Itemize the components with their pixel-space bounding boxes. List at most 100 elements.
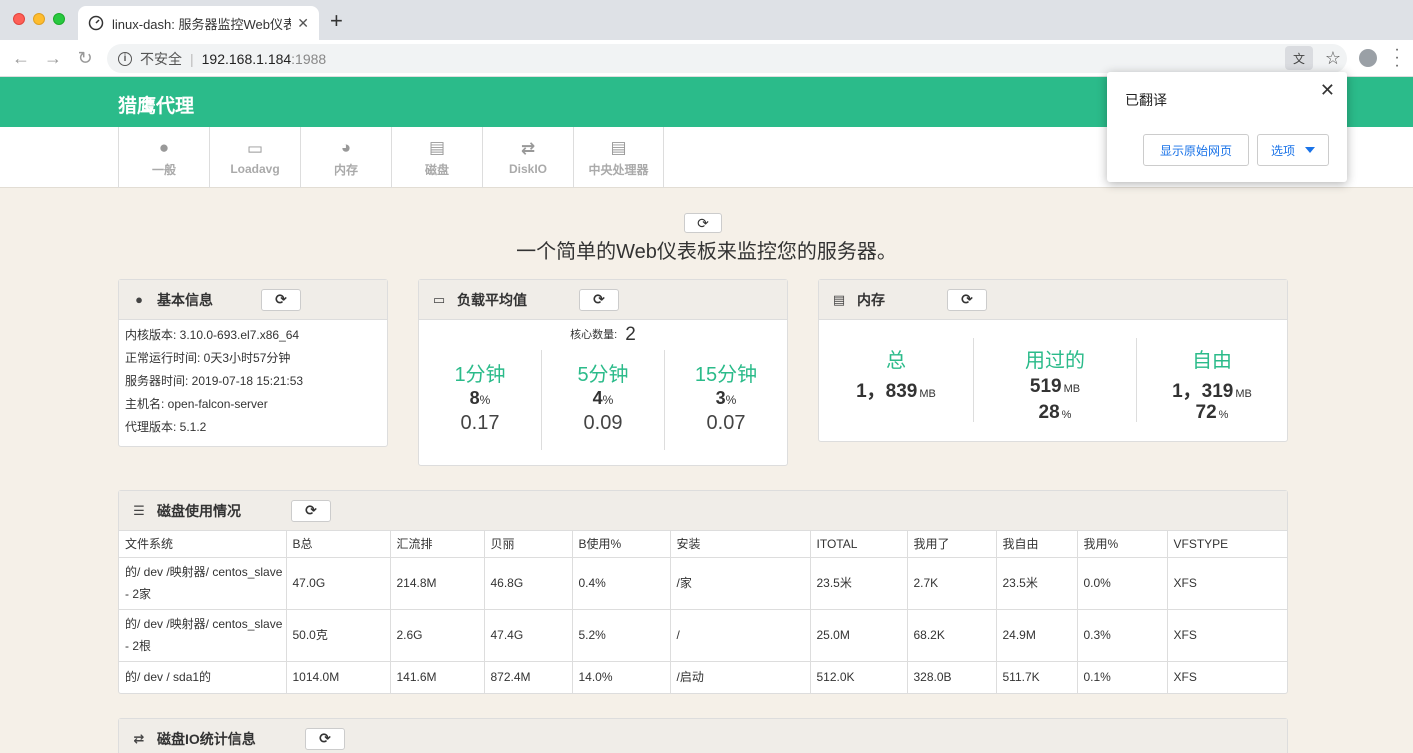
url-port: :1988 <box>291 50 327 67</box>
table-cell: 0.1% <box>1077 660 1168 693</box>
table-cell: 0.3% <box>1077 608 1168 661</box>
close-icon[interactable]: ✕ <box>1320 80 1335 101</box>
nav-item-cpu[interactable]: ▤ 中央处理器 <box>573 127 664 188</box>
column-header[interactable]: B使用% <box>572 531 671 558</box>
list-icon: ☰ <box>133 502 145 518</box>
refresh-all-button[interactable]: ⟳ <box>684 213 722 233</box>
memory-percent: 28% <box>1038 402 1072 423</box>
table-cell: 5.2% <box>572 608 671 661</box>
column-header[interactable]: 汇流排 <box>390 531 485 558</box>
table-cell: 47.4G <box>484 608 573 661</box>
nav-label: DiskIO <box>508 162 547 176</box>
exchange-icon: ⇄ <box>520 139 536 158</box>
column-header[interactable]: ITOTAL <box>810 531 908 558</box>
show-original-button[interactable]: 显示原始网页 <box>1143 134 1249 166</box>
refresh-icon: ⟳ <box>319 730 331 746</box>
panel-header: ⇄ 磁盘IO统计信息 ⟳ <box>119 719 1287 753</box>
list-icon: ▤ <box>428 137 446 157</box>
reload-icon[interactable]: ↻ <box>75 48 95 68</box>
nav-item-diskio[interactable]: ⇄ DiskIO <box>482 127 573 188</box>
table-cell: 25.0M <box>810 608 908 661</box>
tab-title: linux-dash: 服务器监控Web仪表 <box>112 16 292 32</box>
nav-label: 内存 <box>333 162 358 177</box>
refresh-icon: ⟳ <box>593 291 605 307</box>
column-header[interactable]: VFSTYPE <box>1167 531 1287 558</box>
table-row: 的/ dev /映射器/ centos_slave - 2家 47.0G 214… <box>119 556 1287 609</box>
memory-column: 总 1，839 MB <box>819 338 974 422</box>
table-cell: 511.7K <box>996 660 1078 693</box>
nav-item-general[interactable]: ● 一般 <box>118 127 209 188</box>
chevron-down-icon <box>1305 147 1315 153</box>
column-header[interactable]: 我自由 <box>996 531 1078 558</box>
exchange-icon: ⇄ <box>133 730 145 746</box>
core-count-value: 2 <box>625 324 636 345</box>
refresh-button[interactable]: ⟳ <box>947 288 987 311</box>
site-info-icon[interactable]: i <box>118 51 132 66</box>
refresh-button[interactable]: ⟳ <box>579 288 619 311</box>
memory-column: 用过的 519 MB 28% <box>974 338 1137 423</box>
insecure-label: 不安全 <box>140 50 182 67</box>
info-line: 代理版本: 5.1.2 <box>125 420 207 434</box>
column-header[interactable]: 文件系统 <box>119 531 287 558</box>
load-average-panel: ▭ 负载平均值 ⟳ 核心数量: 2 1分钟 8% 0.17 5分钟 4% 0.09… <box>418 279 788 466</box>
panel-title: 内存 <box>857 291 885 308</box>
brand-title[interactable]: 猎鹰代理 <box>118 91 194 118</box>
browser-tab-bar: linux-dash: 服务器监控Web仪表 ✕ + <box>0 0 1413 40</box>
bookmark-star-icon[interactable]: ☆ <box>1323 48 1343 69</box>
table-cell: 14.0% <box>572 660 671 693</box>
browser-menu-icon[interactable]: · · · <box>1392 42 1402 74</box>
refresh-icon: ⟳ <box>697 214 709 231</box>
load-value: 0.09 <box>583 412 623 434</box>
nav-item-loadavg[interactable]: ▭ Loadavg <box>209 127 300 188</box>
laptop-icon: ▭ <box>246 139 264 158</box>
profile-avatar[interactable] <box>1359 49 1377 67</box>
dashboard-icon: ◕ <box>340 137 352 157</box>
memory-column: 自由 1，319 MB 72% <box>1137 338 1287 423</box>
refresh-icon: ⟳ <box>961 291 973 307</box>
info-line: 正常运行时间: 0天3小时57分钟 <box>125 351 291 365</box>
list-icon: ▤ <box>610 137 627 157</box>
column-header[interactable]: 我用了 <box>907 531 997 558</box>
forward-icon[interactable]: → <box>43 48 63 68</box>
refresh-button[interactable]: ⟳ <box>261 288 301 311</box>
tab-close-icon[interactable]: ✕ <box>297 15 309 32</box>
core-count: 核心数量: 2 <box>419 320 787 350</box>
window-zoom-button[interactable] <box>53 13 65 25</box>
window-minimize-button[interactable] <box>33 13 45 25</box>
panel-header: ● 基本信息 ⟳ <box>119 280 387 320</box>
column-header[interactable]: 安装 <box>670 531 811 558</box>
window-close-button[interactable] <box>13 13 25 25</box>
address-separator: | <box>190 50 194 67</box>
table-cell: 0.4% <box>572 556 671 609</box>
core-count-label: 核心数量: <box>570 329 618 341</box>
info-icon: ● <box>135 292 143 307</box>
nav-item-memory[interactable]: ◕ 内存 <box>300 127 391 188</box>
info-line: 主机名: open-falcon-server <box>125 397 268 411</box>
back-icon[interactable]: ← <box>11 48 31 68</box>
column-header[interactable]: B总 <box>286 531 391 558</box>
memory-amount: 519 MB <box>1029 376 1081 397</box>
panel-header: ▭ 负载平均值 ⟳ <box>419 280 787 320</box>
options-button[interactable]: 选项 <box>1257 134 1329 166</box>
panel-title: 磁盘使用情况 <box>157 502 241 519</box>
browser-tab[interactable]: linux-dash: 服务器监控Web仪表 ✕ <box>78 6 319 40</box>
translate-popup: 已翻译 ✕ 显示原始网页 选项 <box>1107 72 1347 182</box>
column-header[interactable]: 贝丽 <box>484 531 573 558</box>
nav-label: Loadavg <box>230 162 280 176</box>
address-bar[interactable]: i 不安全 | 192.168.1.184:1988 文 ☆ <box>107 44 1347 73</box>
load-column: 15分钟 3% 0.07 <box>665 350 787 450</box>
panel-title: 负载平均值 <box>457 291 527 308</box>
translate-icon[interactable]: 文 <box>1285 46 1313 70</box>
column-header[interactable]: 我用% <box>1077 531 1168 558</box>
table-cell: /家 <box>670 556 811 609</box>
table-cell: 872.4M <box>484 660 573 693</box>
refresh-button[interactable]: ⟳ <box>291 499 331 522</box>
new-tab-button[interactable]: + <box>330 10 343 32</box>
table-cell: 214.8M <box>390 556 485 609</box>
refresh-button[interactable]: ⟳ <box>305 727 345 750</box>
page-headline: 一个简单的Web仪表板来监控您的服务器。 <box>516 241 897 263</box>
table-cell: 512.0K <box>810 660 908 693</box>
list-icon: ▤ <box>832 291 846 307</box>
load-column: 5分钟 4% 0.09 <box>542 350 665 450</box>
nav-item-disk[interactable]: ▤ 磁盘 <box>391 127 482 188</box>
